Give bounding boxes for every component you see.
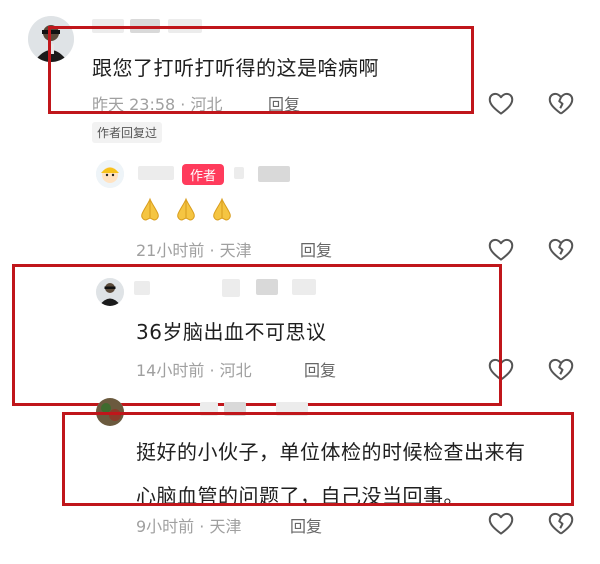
avatar[interactable] xyxy=(28,16,74,62)
comment-text: 36岁脑出血不可思议 xyxy=(136,320,327,344)
username-blurred[interactable] xyxy=(168,19,202,33)
comment-meta: 21小时前 · 天津 xyxy=(136,237,252,261)
praying-hands-icon xyxy=(177,197,195,221)
comment-emoji xyxy=(136,196,236,224)
comment-time: 昨天 23:58 xyxy=(92,95,176,114)
username-blurred[interactable] xyxy=(130,19,160,33)
avatar[interactable] xyxy=(96,278,124,306)
praying-hands-icon xyxy=(141,197,159,221)
comment-text-line-1: 挺好的小伙子，单位体检的时候检查出来有 xyxy=(136,440,526,464)
meta-separator: · xyxy=(175,95,191,114)
avatar[interactable] xyxy=(96,398,124,426)
comment-location: 天津 xyxy=(219,241,252,260)
username-blurred[interactable] xyxy=(292,279,316,295)
meta-separator: · xyxy=(194,517,210,536)
heart-icon[interactable] xyxy=(486,234,516,264)
avatar-image xyxy=(96,160,124,188)
username-blurred[interactable] xyxy=(234,167,244,179)
reply-button[interactable]: 回复 xyxy=(300,237,332,261)
avatar[interactable] xyxy=(96,160,124,188)
broken-heart-icon[interactable] xyxy=(546,234,576,264)
comment-location: 河北 xyxy=(219,361,252,380)
broken-heart-icon[interactable] xyxy=(546,88,576,118)
comment-text: 跟您了打听打听得的这是啥病啊 xyxy=(92,56,379,80)
broken-heart-icon[interactable] xyxy=(546,354,576,384)
heart-icon[interactable] xyxy=(486,88,516,118)
avatar-image xyxy=(96,398,124,426)
author-tag: 作者 xyxy=(182,164,225,185)
comment-location: 河北 xyxy=(190,95,223,114)
username-blurred[interactable] xyxy=(138,166,174,180)
avatar-image xyxy=(28,16,74,62)
reply-button[interactable]: 回复 xyxy=(304,357,336,381)
username-blurred[interactable] xyxy=(224,402,246,416)
praying-hands-icon xyxy=(213,197,231,221)
heart-icon[interactable] xyxy=(486,354,516,384)
meta-separator: · xyxy=(204,241,220,260)
reply-button[interactable]: 回复 xyxy=(290,513,322,537)
comment-meta: 9小时前 · 天津 xyxy=(136,513,241,537)
comment-time: 9小时前 xyxy=(136,517,195,536)
author-replied-badge: 作者回复过 xyxy=(92,122,163,143)
heart-icon[interactable] xyxy=(486,508,516,538)
username-blurred[interactable] xyxy=(276,402,308,416)
username-blurred[interactable] xyxy=(92,19,124,33)
username-blurred[interactable] xyxy=(256,279,278,295)
comment-text-line-2: 心脑血管的问题了，自己没当回事。 xyxy=(136,484,464,508)
comment-time: 14小时前 xyxy=(136,361,205,380)
avatar-image xyxy=(96,278,124,306)
comment-meta: 14小时前 · 河北 xyxy=(136,357,252,381)
comment-location: 天津 xyxy=(209,517,242,536)
comment-time: 21小时前 xyxy=(136,241,205,260)
username-blurred[interactable] xyxy=(134,281,150,295)
meta-separator: · xyxy=(204,361,220,380)
reply-button[interactable]: 回复 xyxy=(268,91,300,115)
username-blurred[interactable] xyxy=(258,166,290,182)
broken-heart-icon[interactable] xyxy=(546,508,576,538)
username-blurred[interactable] xyxy=(222,279,240,297)
username-blurred[interactable] xyxy=(200,402,218,416)
comment-meta: 昨天 23:58 · 河北 xyxy=(92,91,222,115)
